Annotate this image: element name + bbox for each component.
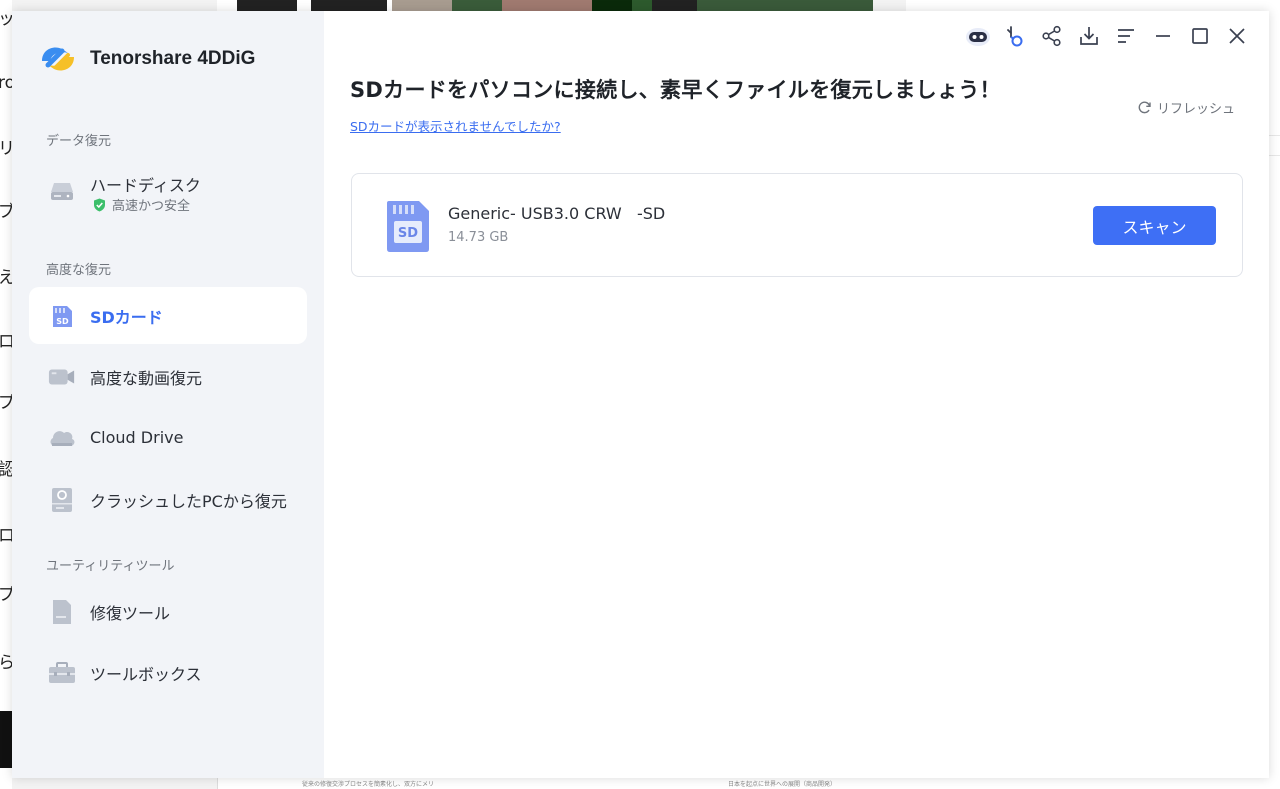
brand: Tenorshare 4DDiG (38, 41, 255, 77)
sidebar-item-crashed-pc[interactable]: クラッシュしたPCから復元 (29, 471, 307, 528)
share-icon[interactable] (1033, 23, 1070, 49)
sidebar-item-label: ハードディスク (90, 176, 201, 195)
sidebar: Tenorshare 4DDiG データ復元 ハードディスク 高速かつ安全 高度… (12, 11, 324, 778)
download-icon[interactable] (1070, 23, 1107, 49)
sidebar-item-label: SDカード (90, 307, 163, 327)
main-panel: SDカードをパソコンに接続し、素早くファイルを復元しましょう！ SDカードが表示… (324, 11, 1269, 778)
sidebar-item-cloud-drive[interactable]: Cloud Drive (29, 409, 307, 466)
sidebar-item-repair-tool[interactable]: 修復ツール (29, 583, 307, 640)
sidebar-item-label: Cloud Drive (90, 428, 184, 447)
sidebar-item-advanced-video[interactable]: 高度な動画復元 (29, 348, 307, 405)
sidebar-item-label: 高度な動画復元 (90, 368, 203, 388)
sidebar-item-hard-disk[interactable]: ハードディスク 高速かつ安全 (29, 161, 307, 218)
refresh-icon (1138, 101, 1151, 114)
page-title: SDカードをパソコンに接続し、素早くファイルを復元しましょう！ (350, 78, 1001, 102)
sd-card-icon: SD (48, 302, 76, 330)
svg-text:SD: SD (398, 226, 418, 241)
close-icon[interactable] (1218, 23, 1255, 49)
background-dark-block (0, 711, 12, 768)
sidebar-item-sd-card[interactable]: SD SDカード (29, 287, 307, 344)
hard-disk-icon (48, 176, 76, 204)
sidebar-item-label: ツールボックス (90, 664, 202, 684)
sidebar-item-label: クラッシュしたPCから復元 (90, 491, 287, 511)
section-label-advanced-recovery: 高度な復元 (46, 263, 112, 278)
device-name: Generic- USB3.0 CRW -SD (448, 204, 666, 223)
scan-button[interactable]: スキャン (1093, 206, 1216, 245)
minimize-icon[interactable] (1144, 23, 1181, 49)
refresh-button[interactable]: リフレッシュ (1137, 98, 1235, 117)
maximize-icon[interactable] (1181, 23, 1218, 49)
device-size: 14.73 GB (448, 230, 509, 245)
bg-text: 従来の修復交渉プロセスを簡素化し、双方にメリ (302, 781, 435, 788)
background-image-strip (217, 0, 873, 11)
window-toolbar (959, 23, 1255, 49)
section-label-data-recovery: データ復元 (46, 134, 112, 149)
app-name: Tenorshare 4DDiG (90, 48, 256, 69)
background-left-strip: ッ ro リ ブ え ロ プ 認 ロ プ ら (0, 0, 15, 789)
cloud-icon (48, 424, 76, 452)
toolbox-icon (48, 659, 76, 687)
crashed-pc-icon (48, 486, 76, 514)
section-label-utility-tools: ユーティリティツール (46, 559, 175, 574)
repair-document-icon (48, 598, 76, 626)
app-logo-icon (42, 47, 74, 71)
app-window: Tenorshare 4DDiG データ復元 ハードディスク 高速かつ安全 高度… (12, 11, 1269, 778)
svg-text:SD: SD (56, 317, 69, 326)
key-icon[interactable] (996, 23, 1033, 49)
sd-card-icon: SD (387, 201, 429, 252)
sidebar-item-toolbox[interactable]: ツールボックス (29, 644, 307, 701)
video-camera-icon (48, 363, 76, 391)
shield-check-icon (94, 198, 105, 211)
menu-icon[interactable] (1107, 23, 1144, 49)
assistant-robot-icon[interactable] (959, 23, 996, 49)
sidebar-item-label: 修復ツール (90, 603, 171, 623)
bg-text: 日本を起点に世界への展開（商品開発） (728, 781, 837, 788)
sidebar-item-subtitle: 高速かつ安全 (93, 195, 190, 214)
sd-not-shown-link[interactable]: SDカードが表示されませんでしたか? (350, 116, 561, 135)
device-card[interactable]: SD Generic- USB3.0 CRW -SD 14.73 GB スキャン (351, 173, 1243, 277)
